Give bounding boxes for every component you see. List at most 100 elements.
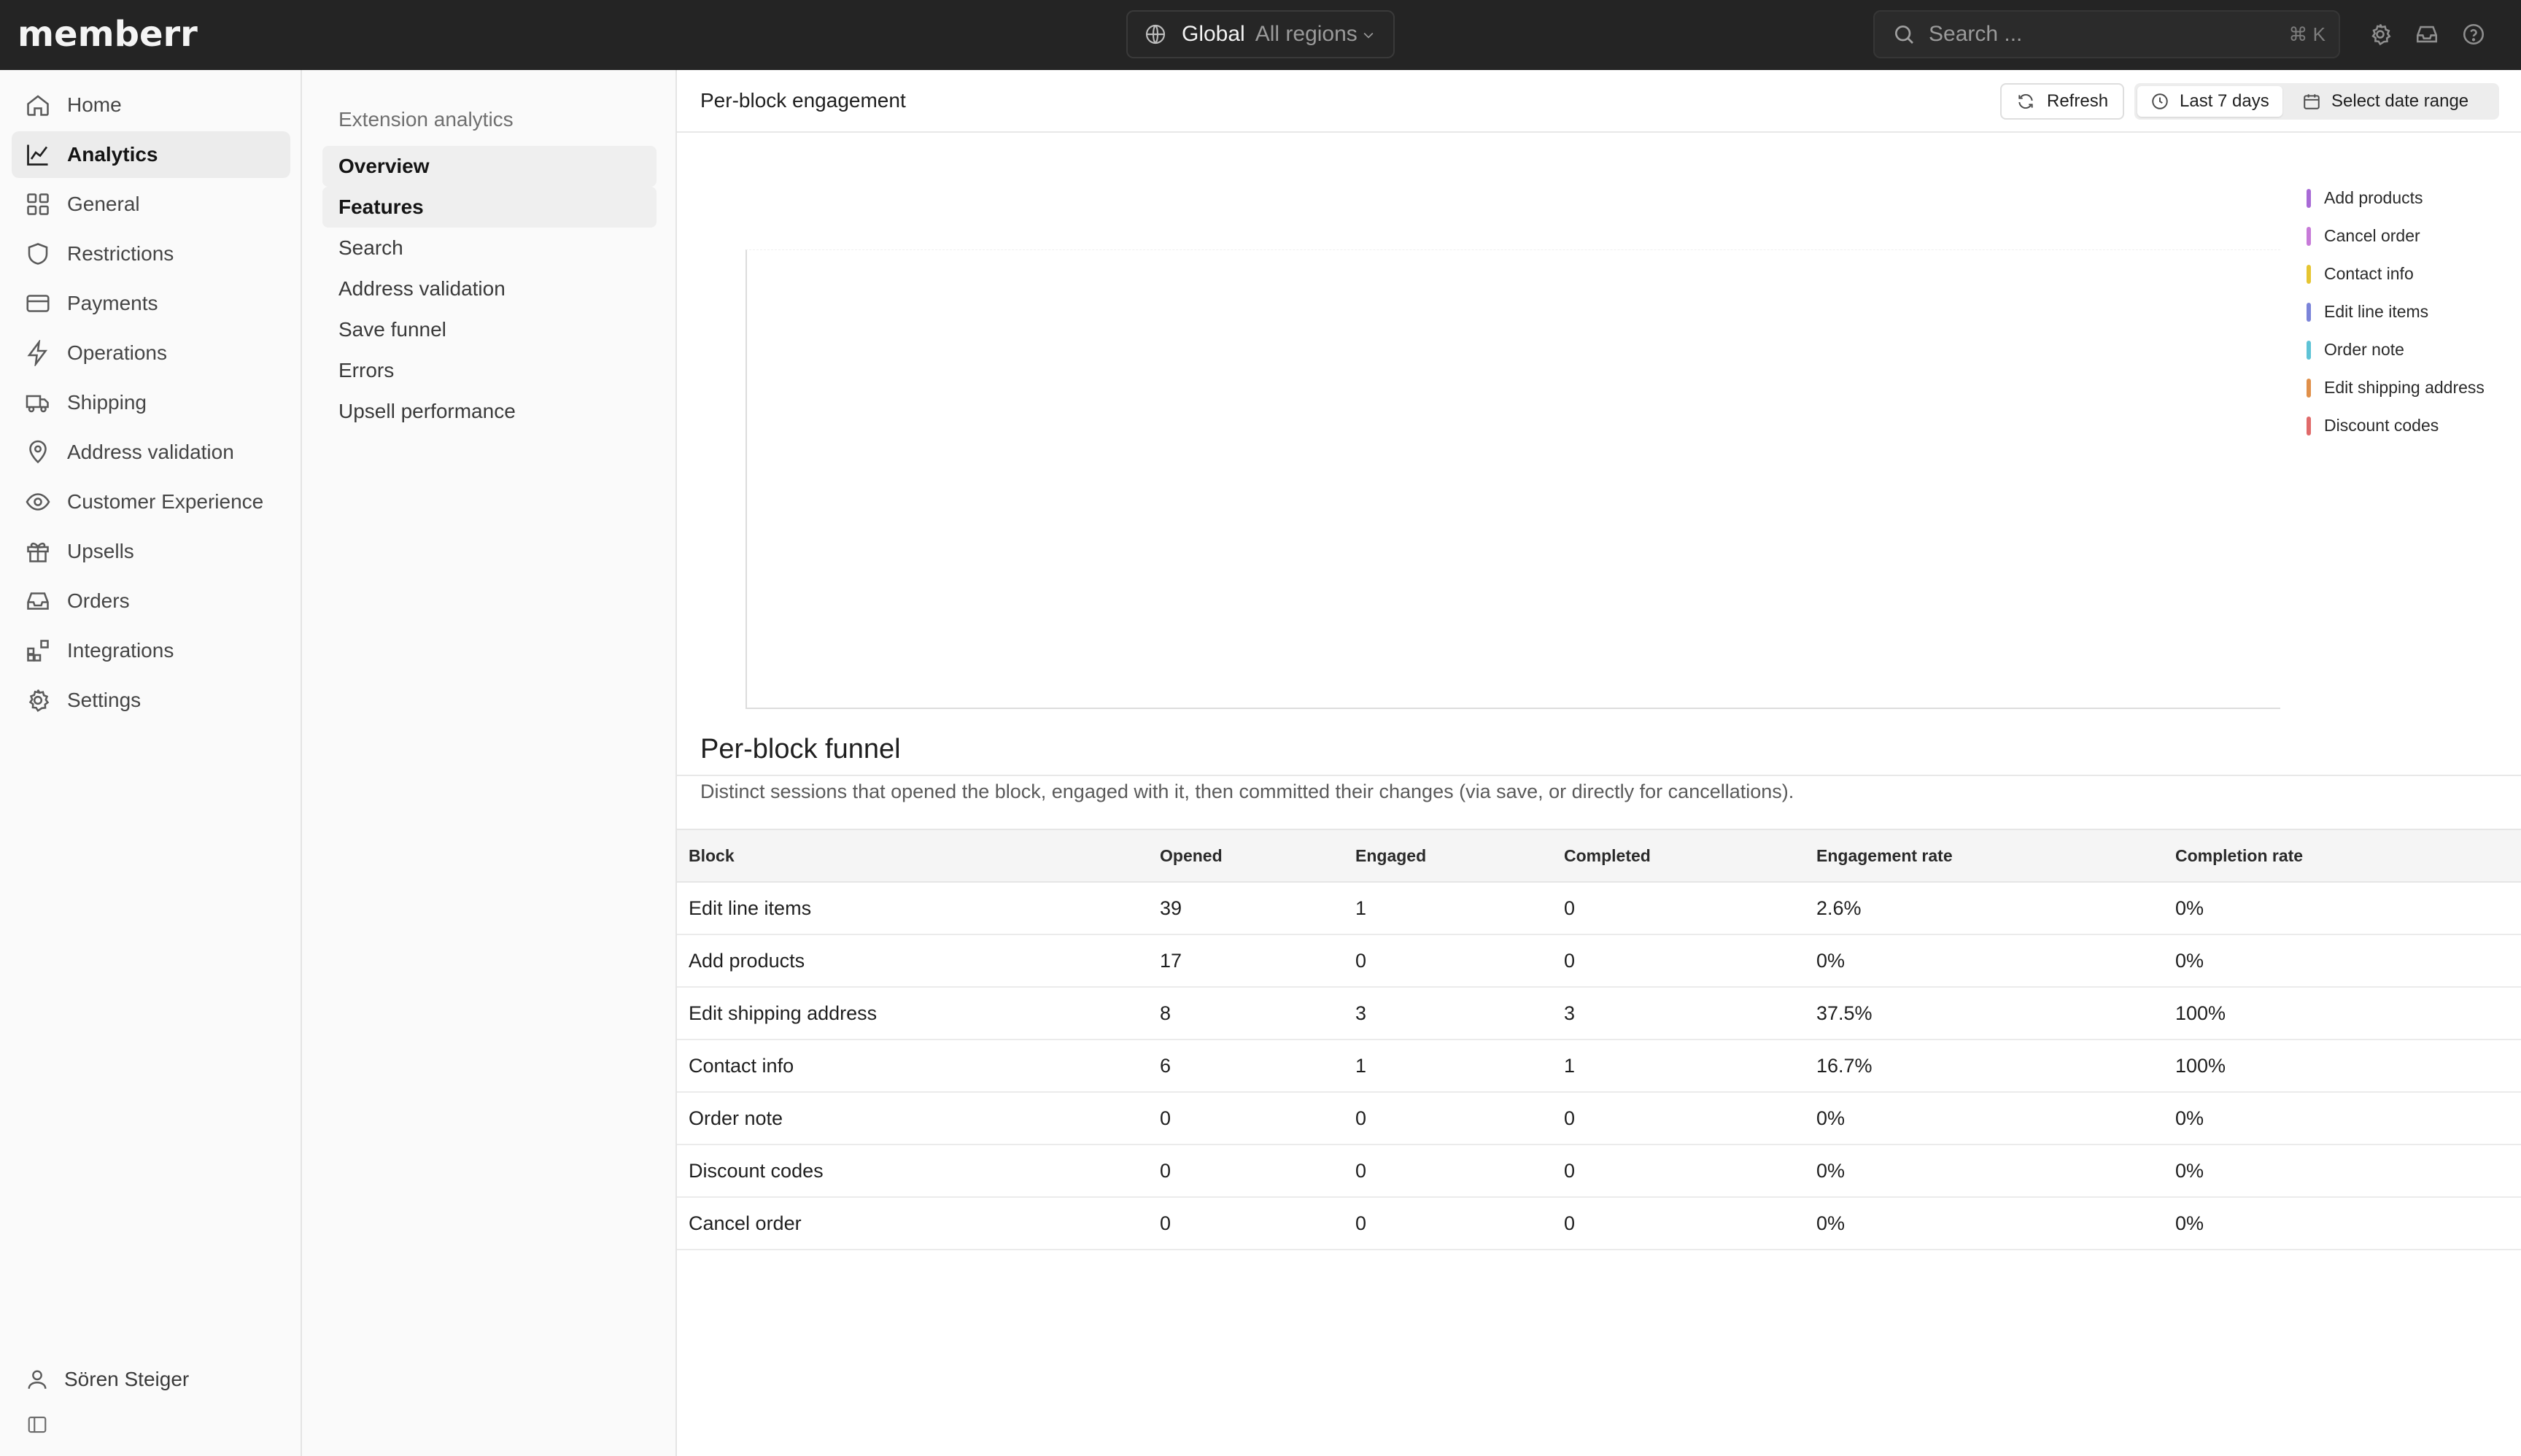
cell-engaged: 1 xyxy=(1355,882,1564,935)
refresh-button[interactable]: Refresh xyxy=(2000,83,2125,120)
sidebar-item-orders[interactable]: Orders xyxy=(12,578,290,624)
sidebar-item-upsells[interactable]: Upsells xyxy=(12,528,290,575)
region-selector[interactable]: Global All regions xyxy=(1126,10,1395,58)
table-row: Discount codes 0 0 0 0% 0% xyxy=(677,1145,2521,1198)
clock-icon xyxy=(2152,93,2168,109)
range-last-7-days[interactable]: Last 7 days xyxy=(2137,86,2282,117)
legend-item[interactable]: Edit line items xyxy=(2307,302,2428,322)
calendar-icon xyxy=(2304,94,2320,109)
legend-item[interactable]: Contact info xyxy=(2307,264,2414,284)
cell-engaged: 0 xyxy=(1355,934,1564,988)
sidebar-item-integrations[interactable]: Integrations xyxy=(12,627,290,674)
cell-block: Contact info xyxy=(677,1039,1160,1093)
cell-engagement-rate: 0% xyxy=(1816,934,2175,988)
subnav-item-search[interactable]: Search xyxy=(322,228,657,268)
legend-swatch xyxy=(2307,264,2311,284)
column-header-engaged[interactable]: Engaged xyxy=(1355,829,1564,883)
legend-item[interactable]: Edit shipping address xyxy=(2307,378,2485,398)
legend-label: Order note xyxy=(2324,340,2404,359)
cell-engaged: 0 xyxy=(1355,1145,1564,1198)
sidebar-item-label: Upsells xyxy=(67,540,134,562)
sidebar-item-payments[interactable]: Payments xyxy=(12,280,290,327)
subnav-item-overview[interactable]: Overview xyxy=(322,146,657,187)
legend-label: Edit shipping address xyxy=(2324,378,2485,397)
search-icon xyxy=(1895,26,1913,44)
search-placeholder: Search ... xyxy=(1929,22,2023,46)
sidebar-item-home[interactable]: Home xyxy=(12,82,290,128)
table-row: Order note 0 0 0 0% 0% xyxy=(677,1092,2521,1145)
sidebar-item-label: Settings xyxy=(67,689,142,711)
cell-completion-rate: 100% xyxy=(2175,987,2521,1040)
subnav-item-address-validation[interactable]: Address validation xyxy=(322,268,657,309)
column-header-completed[interactable]: Completed xyxy=(1564,829,1816,883)
sidebar-item-address-validation[interactable]: Address validation xyxy=(12,429,290,476)
cell-engaged: 0 xyxy=(1355,1197,1564,1250)
subnav-item-upsell-performance[interactable]: Upsell performance xyxy=(322,391,657,432)
user-profile[interactable]: Sören Steiger xyxy=(25,1367,189,1392)
cell-block: Discount codes xyxy=(677,1145,1160,1198)
sidebar-item-label: Address validation xyxy=(67,441,234,463)
table-row: Edit shipping address 8 3 3 37.5% 100% xyxy=(677,987,2521,1040)
search-shortcut: ⌘ K xyxy=(2288,23,2326,45)
subnav-item-save-funnel[interactable]: Save funnel xyxy=(322,309,657,350)
cell-completed: 3 xyxy=(1564,987,1816,1040)
credit-card-icon xyxy=(26,295,50,312)
gear-icon[interactable] xyxy=(2368,22,2393,47)
sidebar-item-settings[interactable]: Settings xyxy=(12,677,290,724)
select-date-range-button[interactable]: Select date range xyxy=(2289,86,2482,117)
column-header-completion-rate[interactable]: Completion rate xyxy=(2175,829,2521,883)
range-select-label: Select date range xyxy=(2331,91,2469,111)
sidebar-item-restrictions[interactable]: Restrictions xyxy=(12,231,290,277)
legend-label: Edit line items xyxy=(2324,302,2429,321)
refresh-icon xyxy=(2018,94,2033,109)
cell-engagement-rate: 2.6% xyxy=(1816,882,2175,935)
cell-engaged: 0 xyxy=(1355,1092,1564,1145)
app-logo[interactable]: memberr xyxy=(18,13,198,55)
legend-item[interactable]: Add products xyxy=(2307,188,2423,208)
subnav-item-features[interactable]: Features xyxy=(322,187,657,228)
user-icon xyxy=(28,1370,47,1389)
cell-completion-rate: 0% xyxy=(2175,882,2521,935)
user-name: Sören Steiger xyxy=(64,1368,190,1390)
shield-icon xyxy=(28,243,48,265)
main-header: Per-block engagement Refresh Last 7 days… xyxy=(677,70,2521,133)
table-row: Contact info 6 1 1 16.7% 100% xyxy=(677,1039,2521,1093)
sidebar-item-operations[interactable]: Operations xyxy=(12,330,290,376)
legend-label: Discount codes xyxy=(2324,416,2439,435)
sidebar-item-label: Operations xyxy=(67,341,167,364)
legend-swatch xyxy=(2307,340,2311,360)
cell-engaged: 3 xyxy=(1355,987,1564,1040)
sidebar-item-analytics[interactable]: Analytics xyxy=(12,131,290,178)
sidebar-item-label: Orders xyxy=(67,589,130,612)
home-icon xyxy=(27,95,49,116)
cell-completion-rate: 0% xyxy=(2175,1197,2521,1250)
search-input[interactable]: Search ... ⌘ K xyxy=(1873,10,2340,58)
cell-opened: 0 xyxy=(1160,1197,1355,1250)
cell-block: Edit line items xyxy=(677,882,1160,935)
sidebar-item-shipping[interactable]: Shipping xyxy=(12,379,290,426)
blocks-icon xyxy=(27,640,49,662)
main-content: Per-block engagement Refresh Last 7 days… xyxy=(677,70,2521,1456)
column-header-block[interactable]: Block xyxy=(677,829,1160,883)
sidebar-item-label: Analytics xyxy=(67,143,158,166)
top-bar: memberr Global All regions Search ... ⌘ … xyxy=(0,0,2521,70)
engagement-chart: Add products Cancel order Contact info E… xyxy=(677,134,2521,776)
legend-item[interactable]: Cancel order xyxy=(2307,226,2420,246)
column-header-opened[interactable]: Opened xyxy=(1160,829,1355,883)
cell-opened: 0 xyxy=(1160,1092,1355,1145)
globe-icon xyxy=(1145,24,1166,44)
sidebar-item-label: General xyxy=(67,193,140,215)
legend-swatch xyxy=(2307,226,2311,246)
subnav-item-errors[interactable]: Errors xyxy=(322,350,657,391)
funnel-table: Block Opened Engaged Completed Engagemen… xyxy=(677,829,2521,1250)
subnav-title: Extension analytics xyxy=(338,108,514,131)
legend-item[interactable]: Discount codes xyxy=(2307,416,2439,435)
sidebar-item-customer-experience[interactable]: Customer Experience xyxy=(12,479,290,525)
sidebar: Home Analytics General Restrictions Paym… xyxy=(0,70,302,1456)
sidebar-item-general[interactable]: General xyxy=(12,181,290,228)
sidebar-toggle-icon[interactable] xyxy=(26,1414,48,1436)
inbox-icon[interactable] xyxy=(2414,22,2439,47)
help-icon[interactable] xyxy=(2461,22,2486,47)
column-header-engagement-rate[interactable]: Engagement rate xyxy=(1816,829,2175,883)
legend-item[interactable]: Order note xyxy=(2307,340,2404,360)
